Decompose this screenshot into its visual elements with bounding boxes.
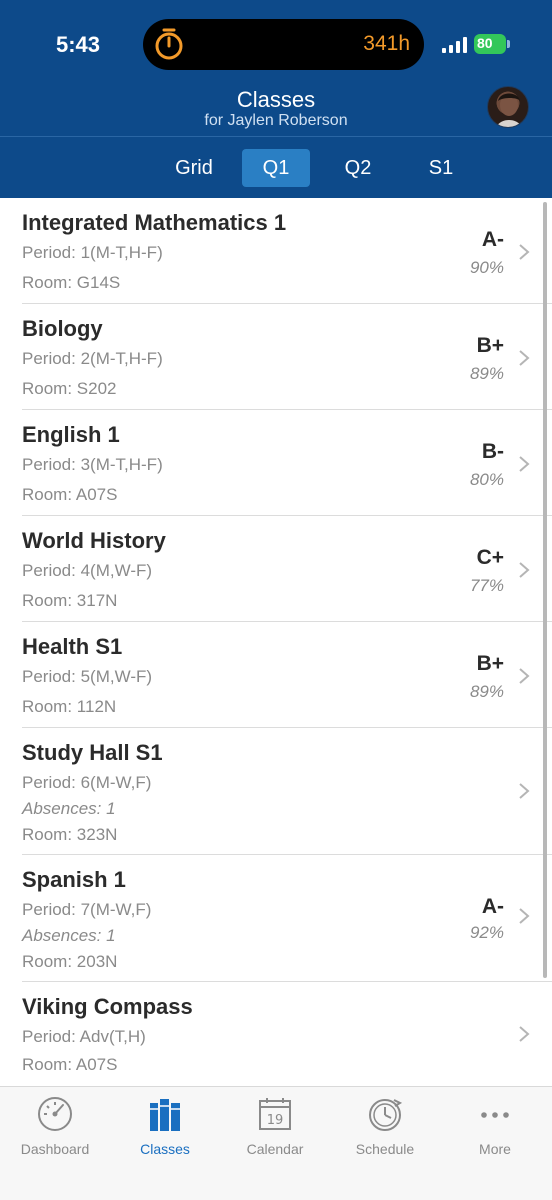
tabbar-calendar[interactable]: 19 Calendar [220, 1093, 330, 1159]
course-name: Viking Compass [22, 994, 193, 1019]
page-subtitle: for Jaylen Roberson [204, 112, 348, 129]
class-row[interactable]: World History Period: 4(M,W-F) Room: 317… [0, 516, 552, 622]
course-room: Room: G14S [22, 273, 121, 292]
status-time: 5:43 [56, 32, 101, 57]
course-room: Room: 203N [22, 952, 118, 971]
letter-grade: A- [481, 895, 504, 918]
course-name: Integrated Mathematics 1 [22, 210, 287, 235]
course-name: Health S1 [22, 634, 123, 659]
class-row[interactable]: Viking Compass Period: Adv(T,H) Room: A0… [0, 982, 552, 1086]
grade-percent: 89% [469, 364, 504, 383]
class-row[interactable]: English 1 Period: 3(M-T,H-F) Room: A07S … [0, 410, 552, 516]
letter-grade: B- [481, 440, 504, 463]
tab-q1[interactable]: Q1 [242, 149, 310, 187]
chevron-right-icon [519, 783, 530, 799]
course-absences: Absences: 1 [22, 926, 116, 945]
calendar-icon: 19 [259, 1098, 291, 1130]
class-row[interactable]: Integrated Mathematics 1 Period: 1(M-T,H… [0, 198, 552, 304]
course-room: Room: S202 [22, 379, 117, 398]
page-title: Classes [236, 87, 316, 112]
bottom-tab-bar: Dashboard Classes 19 Calendar Schedule M… [0, 1086, 552, 1200]
grade-percent: 89% [469, 682, 504, 701]
course-room: Room: 112N [22, 697, 117, 716]
course-name: World History [22, 528, 166, 553]
tabbar-more[interactable]: More [440, 1093, 550, 1159]
grade-percent: 80% [469, 470, 504, 489]
course-name: Spanish 1 [22, 867, 126, 892]
tabbar-label: More [479, 1141, 511, 1157]
battery-body: 80 [474, 34, 506, 54]
scrollbar[interactable] [543, 202, 547, 978]
course-absences: Absences: 1 [22, 799, 116, 818]
tabbar-label: Classes [140, 1141, 190, 1157]
course-name: Study Hall S1 [22, 740, 163, 765]
course-room: Room: 323N [22, 825, 118, 844]
course-room: Room: 317N [22, 591, 118, 610]
course-period: Period: 2(M-T,H-F) [22, 349, 163, 368]
class-row[interactable]: Health S1 Period: 5(M,W-F) Room: 112N B+… [0, 622, 552, 728]
class-row[interactable]: Study Hall S1 Period: 6(M-W,F) Absences:… [0, 728, 552, 855]
course-period: Period: 6(M-W,F) [22, 773, 152, 792]
grade-percent: 90% [469, 258, 504, 277]
letter-grade: B+ [476, 334, 504, 357]
chevron-right-icon [519, 1026, 530, 1042]
timer-icon [155, 28, 183, 60]
tabbar-schedule[interactable]: Schedule [330, 1093, 440, 1159]
course-period: Period: 7(M-W,F) [22, 900, 152, 919]
battery-level: 80 [477, 35, 493, 51]
dynamic-island[interactable]: 341h [143, 19, 424, 70]
course-room: Room: A07S [22, 1055, 118, 1074]
chevron-right-icon [519, 668, 530, 684]
course-name: Biology [22, 316, 103, 341]
course-period: Period: 3(M-T,H-F) [22, 455, 163, 474]
clock-icon [369, 1099, 403, 1131]
course-period: Period: 5(M,W-F) [22, 667, 153, 686]
course-name: English 1 [22, 422, 120, 447]
class-row[interactable]: Biology Period: 2(M-T,H-F) Room: S202 B+… [0, 304, 552, 410]
chevron-right-icon [519, 562, 530, 578]
status-bar: 5:43 341h 80 [0, 0, 552, 88]
course-period: Period: 4(M,W-F) [22, 561, 153, 580]
chevron-right-icon [519, 244, 530, 260]
class-list[interactable]: Integrated Mathematics 1 Period: 1(M-T,H… [0, 198, 552, 1086]
avatar-photo-icon [496, 93, 522, 127]
letter-grade: B+ [476, 652, 504, 675]
class-row[interactable]: Spanish 1 Period: 7(M-W,F) Absences: 1 R… [0, 855, 552, 982]
course-period: Period: Adv(T,H) [22, 1027, 146, 1046]
tabbar-label: Dashboard [20, 1141, 90, 1157]
tabbar-label: Calendar [246, 1141, 304, 1157]
letter-grade: A- [481, 228, 504, 251]
app-header: 5:43 341h 80 Classes for Jaylen Roberson [0, 0, 552, 198]
tabbar-label: Schedule [355, 1141, 415, 1157]
tab-q2[interactable]: Q2 [324, 149, 392, 187]
letter-grade: C+ [476, 546, 504, 569]
battery-cap [507, 40, 510, 48]
grade-percent: 77% [469, 576, 504, 595]
course-room: Room: A07S [22, 485, 118, 504]
battery-icon: 80 [474, 34, 510, 54]
chevron-right-icon [519, 908, 530, 924]
avatar[interactable] [487, 86, 529, 128]
cellular-signal-icon [442, 37, 467, 53]
calendar-day: 19 [267, 1113, 284, 1128]
grade-percent: 92% [469, 923, 504, 942]
tabbar-classes[interactable]: Classes [110, 1093, 220, 1159]
chevron-right-icon [519, 456, 530, 472]
timer-text: 341h [363, 32, 410, 55]
course-period: Period: 1(M-T,H-F) [22, 243, 163, 262]
ellipsis-icon [481, 1112, 509, 1118]
term-tabs: Grid Q1 Q2 S1 [0, 137, 552, 198]
chevron-right-icon [519, 350, 530, 366]
gauge-icon [38, 1097, 72, 1131]
books-icon [150, 1099, 180, 1131]
tab-grid[interactable]: Grid [160, 149, 228, 187]
tabbar-dashboard[interactable]: Dashboard [0, 1093, 110, 1159]
tab-s1[interactable]: S1 [407, 149, 475, 187]
